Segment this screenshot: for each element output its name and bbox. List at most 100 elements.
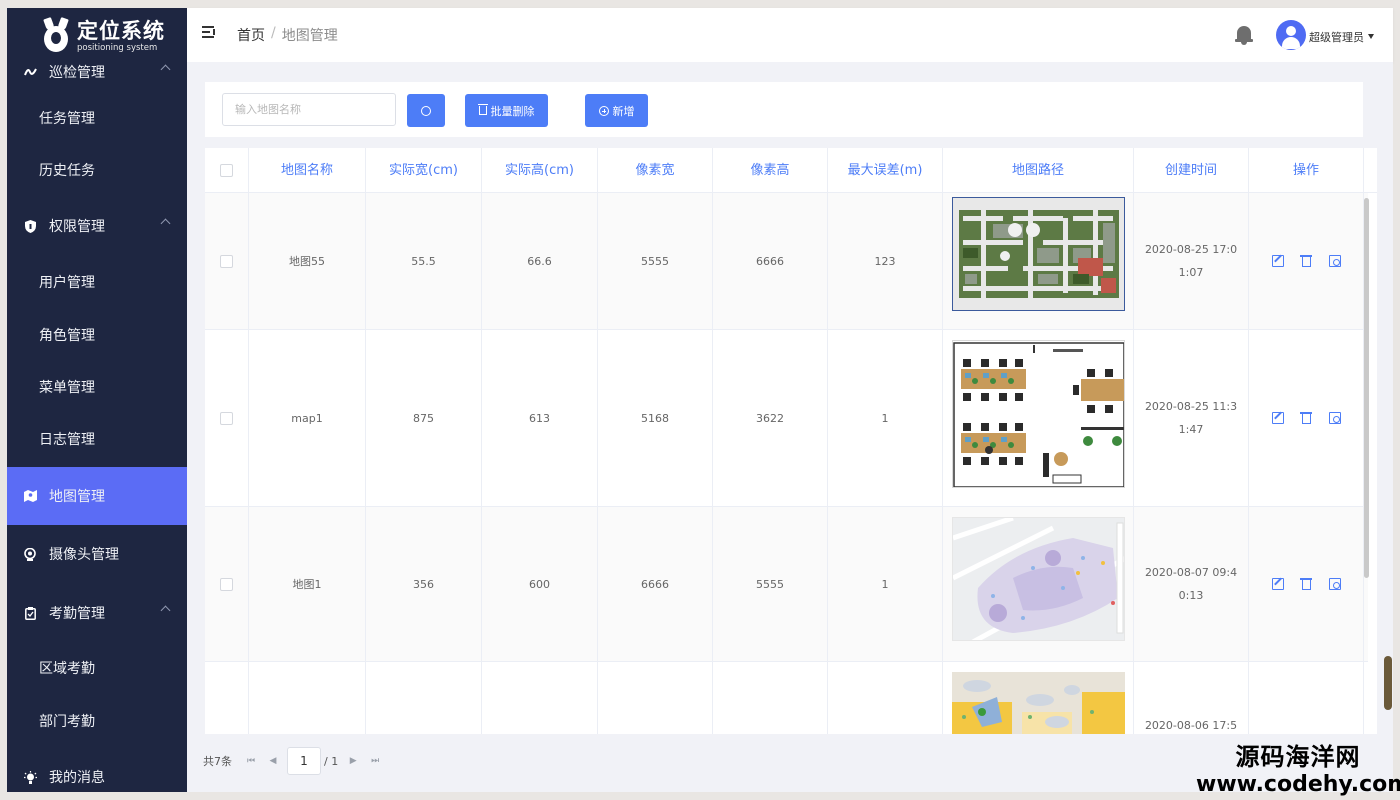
sidebar-item-log[interactable]: 日志管理 (7, 411, 187, 467)
table-scroll-track (1368, 193, 1377, 734)
table-row: 地图55 55.5 66.6 5555 6666 123 2020-08-25 … (205, 193, 1377, 330)
cell-map-path (943, 662, 1134, 734)
add-label: 新增 (612, 104, 635, 118)
table-scrollbar[interactable] (1364, 198, 1369, 578)
menu-toggle-icon[interactable] (202, 26, 216, 40)
sidebar-item-label: 日志管理 (39, 432, 95, 448)
cell-map-name (249, 662, 366, 734)
page-scrollbar[interactable] (1384, 656, 1392, 710)
column-header[interactable]: 最大误差(m) (828, 148, 943, 193)
column-header[interactable]: 实际高(cm) (482, 148, 598, 193)
cell-map-name: 地图55 (249, 193, 366, 329)
cell-pixel-width: 6666 (598, 507, 713, 661)
map-name-search-input[interactable] (222, 93, 396, 126)
main-content: 批量删除 新增 地图名称 实际宽(cm) 实际高(cm) 像素宽 像素高 最大误… (187, 62, 1393, 792)
sidebar-item-label: 地图管理 (49, 489, 105, 505)
select-all-checkbox[interactable] (220, 164, 233, 177)
sidebar-group-attendance[interactable]: 考勤管理 (7, 585, 187, 641)
view-icon[interactable] (1328, 412, 1341, 424)
cell-real-width: 356 (366, 507, 482, 661)
plus-circle-icon (598, 105, 609, 116)
sidebar-item-messages[interactable]: 我的消息 (7, 749, 187, 792)
bell-icon[interactable] (1234, 24, 1254, 46)
delete-icon[interactable] (1299, 578, 1312, 590)
header-select-all (205, 148, 249, 193)
search-button[interactable] (407, 94, 445, 127)
view-icon[interactable] (1328, 578, 1341, 590)
camera-icon (23, 547, 37, 561)
breadcrumb-home[interactable]: 首页 (237, 25, 265, 45)
column-header[interactable]: 像素宽 (598, 148, 713, 193)
edit-icon[interactable] (1271, 578, 1284, 590)
delete-icon[interactable] (1299, 412, 1312, 424)
prev-page-icon[interactable]: ◀ (262, 750, 284, 772)
mall-map-thumbnail[interactable] (952, 517, 1125, 641)
satellite-map-thumbnail[interactable] (952, 197, 1125, 311)
sidebar-item-label: 用户管理 (39, 275, 95, 291)
sidebar-item-menu[interactable]: 菜单管理 (7, 359, 187, 415)
sidebar-group-permission[interactable]: 权限管理 (7, 198, 187, 254)
sidebar-item-user[interactable]: 用户管理 (7, 254, 187, 310)
toolbar: 批量删除 新增 (205, 82, 1363, 137)
table-header: 地图名称 实际宽(cm) 实际高(cm) 像素宽 像素高 最大误差(m) 地图路… (205, 148, 1377, 193)
row-checkbox[interactable] (220, 411, 233, 425)
last-page-icon[interactable]: ⏭ (364, 750, 386, 772)
add-button[interactable]: 新增 (585, 94, 648, 127)
view-icon[interactable] (1328, 255, 1341, 267)
map-icon (23, 489, 37, 503)
batch-delete-label: 批量删除 (490, 104, 535, 118)
sidebar-item-label: 巡检管理 (49, 65, 105, 81)
column-header[interactable]: 创建时间 (1134, 148, 1249, 193)
sidebar-item-label: 权限管理 (49, 219, 105, 235)
column-header[interactable]: 操作 (1249, 148, 1364, 193)
office-map-thumbnail[interactable] (952, 340, 1125, 488)
cell-map-path (943, 507, 1134, 661)
avatar[interactable] (1276, 20, 1306, 50)
cell-actions (1249, 330, 1364, 506)
first-page-icon[interactable]: ⏮ (240, 750, 262, 772)
column-header[interactable]: 地图名称 (249, 148, 366, 193)
row-checkbox[interactable] (220, 254, 233, 268)
sidebar-item-history-task[interactable]: 历史任务 (7, 142, 187, 198)
watermark-line2: www.codehy.com (1196, 772, 1400, 797)
chevron-up-icon (160, 218, 171, 229)
column-header[interactable]: 实际宽(cm) (366, 148, 482, 193)
cell-max-error: 1 (828, 330, 943, 506)
floor-map-thumbnail[interactable] (952, 672, 1125, 734)
next-page-icon[interactable]: ▶ (342, 750, 364, 772)
cell-map-path (943, 193, 1134, 329)
edit-icon[interactable] (1271, 412, 1284, 424)
sidebar-item-role[interactable]: 角色管理 (7, 307, 187, 363)
sidebar-item-label: 菜单管理 (39, 380, 95, 396)
search-icon (421, 105, 431, 116)
cell-real-width: 875 (366, 330, 482, 506)
sidebar: 定位系统 positioning system 巡检管理 任务管理 历史任务 权… (7, 8, 187, 792)
caret-down-icon[interactable] (1368, 34, 1374, 39)
edit-icon[interactable] (1271, 255, 1284, 267)
sidebar-item-label: 部门考勤 (39, 714, 95, 730)
sidebar-item-label: 我的消息 (49, 770, 105, 786)
delete-icon[interactable] (1299, 255, 1312, 267)
breadcrumb-separator: / (271, 25, 276, 41)
trash-icon (477, 104, 488, 115)
username[interactable]: 超级管理员 (1309, 29, 1364, 45)
cell-max-error: 123 (828, 193, 943, 329)
column-header[interactable]: 像素高 (713, 148, 828, 193)
total-pages: / 1 (324, 754, 339, 768)
row-checkbox[interactable] (220, 577, 233, 591)
sidebar-item-label: 考勤管理 (49, 606, 105, 622)
batch-delete-button[interactable]: 批量删除 (465, 94, 548, 127)
route-icon (23, 65, 37, 79)
page-number-input[interactable] (287, 747, 321, 775)
cell-created-time: 2020-08-06 17:55:4 (1134, 662, 1249, 734)
sidebar-item-label: 区域考勤 (39, 661, 95, 677)
sidebar-item-area-attendance[interactable]: 区域考勤 (7, 640, 187, 696)
sidebar-item-task[interactable]: 任务管理 (7, 90, 187, 146)
sidebar-item-map[interactable]: 地图管理 (7, 467, 187, 525)
sidebar-item-dept-attendance[interactable]: 部门考勤 (7, 693, 187, 749)
cell-map-name: map1 (249, 330, 366, 506)
watermark: 源码海洋网 www.codehy.com (1196, 742, 1400, 798)
sidebar-item-camera[interactable]: 摄像头管理 (7, 526, 187, 582)
column-header[interactable]: 地图路径 (943, 148, 1134, 193)
cell-created-time: 2020-08-25 11:31:47 (1134, 330, 1249, 506)
